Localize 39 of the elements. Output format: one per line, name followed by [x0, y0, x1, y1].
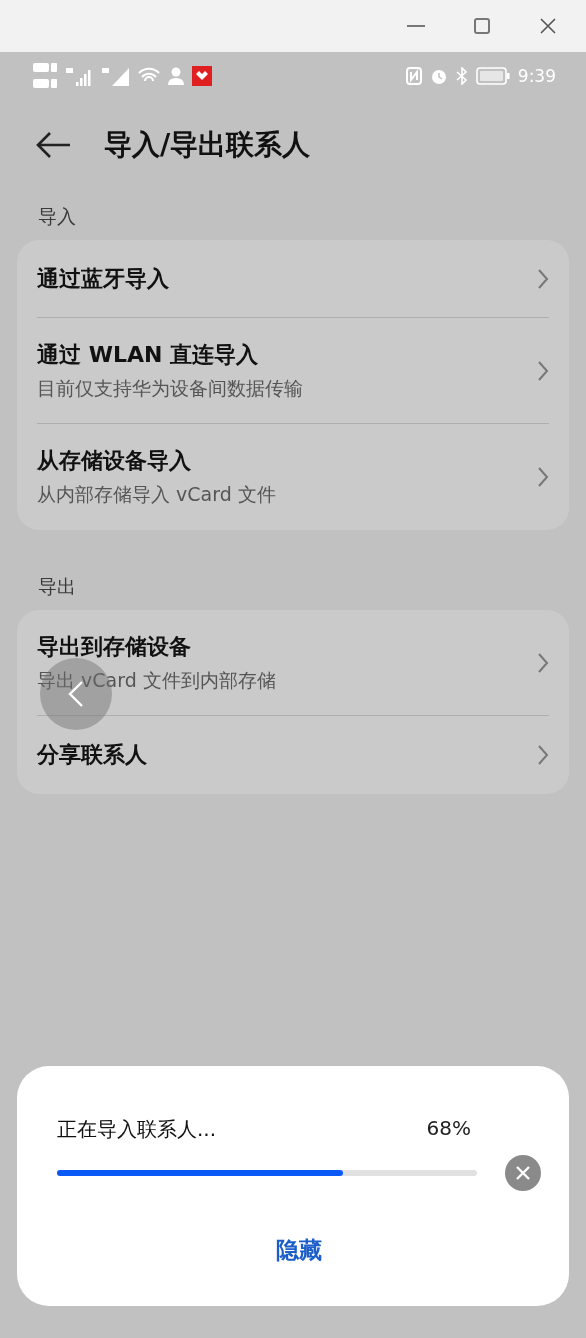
chevron-icon [537, 359, 549, 382]
list-item[interactable]: 通过蓝牙导入 [37, 240, 549, 318]
close-icon [515, 1165, 531, 1181]
clock-time: 9:39 [517, 66, 556, 86]
page-title: 导入/导出联系人 [104, 127, 311, 163]
close-icon [540, 18, 556, 34]
list-item[interactable]: 分享联系人 [37, 716, 549, 794]
bluetooth-icon [455, 67, 468, 85]
item-subtitle: 从内部存储导入 vCard 文件 [37, 482, 277, 507]
signal-icon [102, 66, 130, 86]
list-item[interactable]: 导出到存储设备 导出 vCard 文件到内部存储 [37, 610, 549, 716]
person-icon [168, 67, 184, 85]
signal-icon [66, 66, 94, 86]
chevron-icon [537, 466, 549, 488]
item-subtitle: 目前仅支持华为设备间数据传输 [37, 375, 304, 401]
list-item[interactable]: 从存储设备导入 从内部存储导入 vCard 文件 [37, 424, 549, 530]
item-subtitle: 导出 vCard 文件到内部存储 [37, 667, 277, 693]
item-title: 导出到存储设备 [37, 632, 192, 661]
progress-message: 正在导入联系人... [57, 1116, 217, 1143]
chevron-icon [537, 267, 549, 290]
list-item[interactable]: 通过 WLAN 直连导入 目前仅支持华为设备间数据传输 [37, 318, 549, 424]
item-title: 通过 WLAN 直连导入 [37, 340, 260, 369]
minimize-icon [407, 25, 425, 27]
section-header: 导入 [37, 204, 77, 229]
alarm-icon [429, 67, 448, 85]
app-notification-icon [192, 66, 212, 86]
item-title: 分享联系人 [37, 741, 148, 769]
nfc-icon [405, 67, 422, 85]
hide-button[interactable]: 隐藏 [264, 1231, 334, 1270]
battery-icon [475, 67, 510, 85]
chevron-icon [537, 744, 549, 766]
progress-percent: 68% [426, 1116, 471, 1142]
chevron-icon [537, 651, 549, 674]
sim-icon [32, 61, 58, 91]
section-header: 导出 [37, 574, 77, 599]
cancel-button[interactable] [505, 1155, 541, 1191]
item-title: 通过蓝牙导入 [37, 264, 170, 293]
item-title: 从存储设备导入 [37, 447, 192, 475]
maximize-icon [474, 18, 490, 34]
